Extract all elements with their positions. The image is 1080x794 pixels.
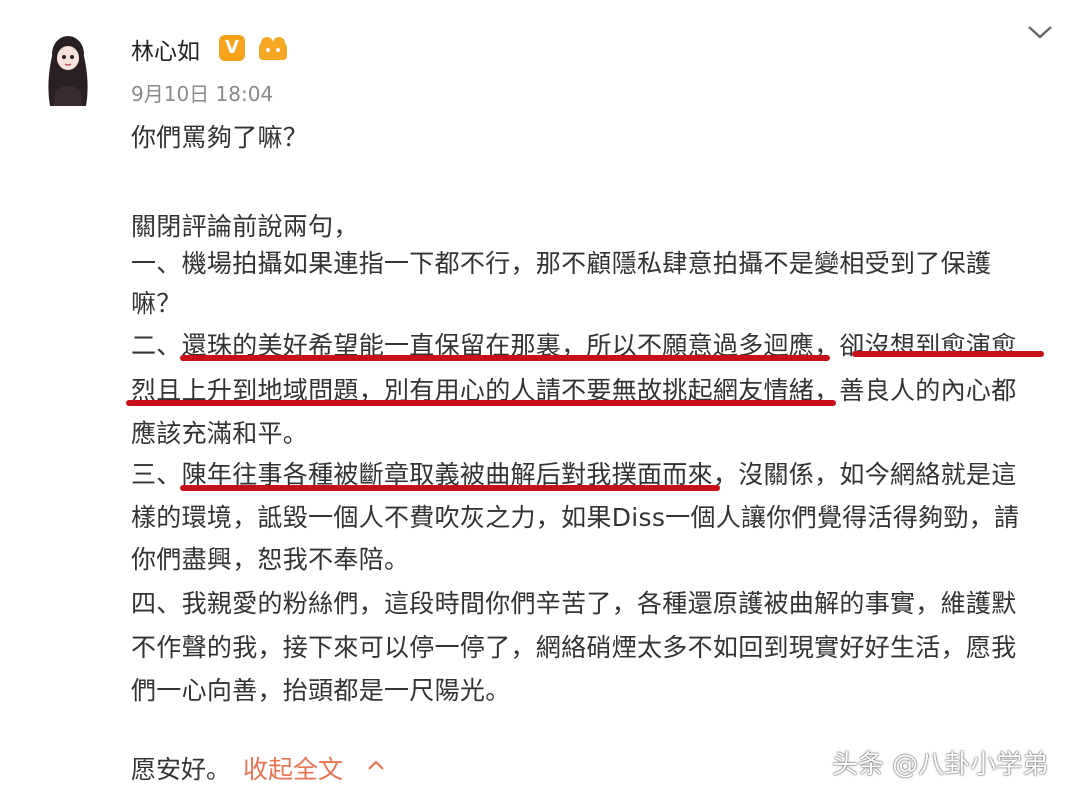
post-line: 們一心向善，抬頭都是一尺陽光。 [131, 676, 511, 705]
post-line: 你們盡興，恕我不奉陪。 [131, 545, 410, 574]
highlight-underline [180, 485, 720, 491]
chevron-up-icon[interactable] [366, 758, 386, 772]
post-line: 你們罵夠了嘛？ [131, 123, 309, 152]
post-line: 四、我親愛的粉絲們，這段時間你們辛苦了，各種還原護被曲解的事實，維護默 [131, 589, 1017, 618]
post-line: 一、機場拍攝如果連指一下都不行，那不顧隱私肆意拍攝不是變相受到了保護 [131, 249, 992, 278]
level-badge-icon [259, 37, 287, 60]
watermark: 头条 @八卦小学弟 [832, 750, 1049, 780]
post-line: 應該充滿和平。 [131, 419, 309, 448]
highlight-underline [852, 351, 1044, 357]
closing-line: 愿安好。 [131, 755, 232, 784]
author-name[interactable]: 林心如 [131, 32, 200, 66]
post-line: 關閉評論前說兩句， [131, 212, 359, 241]
post-line: 不作聲的我，接下來可以停一停了，網絡硝煙太多不如回到現實好好生活，愿我 [131, 633, 1017, 662]
vip-badge-icon: V [219, 35, 245, 61]
post-line: 嘛？ [131, 289, 182, 318]
highlight-underline [180, 355, 830, 361]
chevron-down-icon[interactable] [1026, 22, 1054, 42]
post-timestamp: 9月10日 18:04 [131, 82, 274, 106]
highlight-underline [126, 400, 836, 406]
avatar[interactable] [38, 28, 98, 110]
post-line: 樣的環境，詆毀一個人不費吹灰之力，如果Diss一個人讓你們覺得活得夠勁，請 [131, 503, 1020, 532]
collapse-text-link[interactable]: 收起全文 [243, 750, 343, 786]
